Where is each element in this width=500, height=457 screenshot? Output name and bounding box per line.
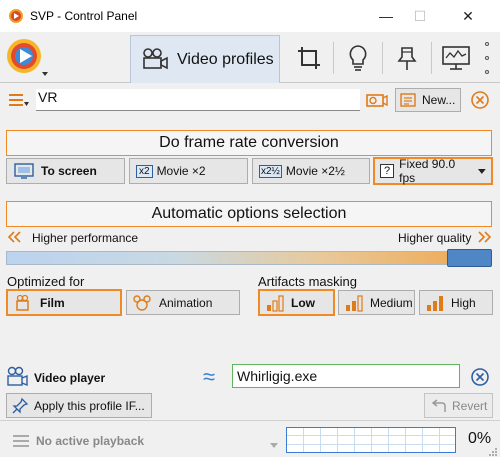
chevron-down-icon xyxy=(478,169,487,174)
apply-profile-if-button[interactable]: Apply this profile IF... xyxy=(6,393,152,418)
video-player-label: Video player xyxy=(34,371,106,385)
fixed-fps-label: Fixed 90.0 fps xyxy=(399,157,456,185)
fixed-fps-dropdown[interactable]: ? Fixed 90.0 fps xyxy=(373,157,493,185)
movie-x2-5-label: Movie ×2½ xyxy=(285,164,345,178)
svp-app-icon xyxy=(9,9,23,23)
movie-x2-button[interactable]: x2 Movie ×2 xyxy=(129,158,248,184)
quality-slider-thumb[interactable] xyxy=(447,249,492,267)
video-player-icon xyxy=(7,366,28,387)
profiles-menu-icon xyxy=(9,94,29,106)
tab-monitor[interactable] xyxy=(432,36,480,80)
new-profile-button[interactable]: New... xyxy=(395,88,461,112)
revert-button[interactable]: Revert xyxy=(424,393,493,418)
chevron-down-icon[interactable] xyxy=(270,443,278,449)
movie-camera-icon xyxy=(143,47,168,69)
double-left-arrow-icon xyxy=(8,231,21,243)
revert-arrow-icon xyxy=(431,398,446,412)
film-icon xyxy=(16,294,29,311)
artifacts-low-button[interactable]: Low xyxy=(258,289,335,316)
video-player-input[interactable]: Whirligig.exe xyxy=(232,364,460,388)
profile-name-input[interactable]: VR xyxy=(36,89,360,111)
bulb-icon xyxy=(349,45,367,71)
apply-profile-if-label: Apply this profile IF... xyxy=(34,398,145,413)
revert-label: Revert xyxy=(452,398,488,413)
film-label: Film xyxy=(40,295,65,310)
double-right-arrow-icon xyxy=(478,231,491,243)
tab-video-profiles-label: Video profiles xyxy=(177,50,274,68)
to-screen-button[interactable]: To screen xyxy=(6,158,125,184)
window-title: SVP - Control Panel xyxy=(30,9,138,23)
graph-gridline xyxy=(287,444,455,445)
artifacts-high-button[interactable]: High xyxy=(419,290,493,315)
crop-icon xyxy=(298,47,320,69)
maximize-button[interactable]: ☐ xyxy=(397,0,443,32)
higher-quality-label: Higher quality xyxy=(398,231,472,245)
quality-slider-track[interactable] xyxy=(6,251,492,265)
title-bar: SVP - Control Panel — ☐ ✕ xyxy=(0,0,500,32)
tab-pin[interactable] xyxy=(383,36,431,80)
movie-x2-5-icon: x2½ xyxy=(259,164,282,178)
resize-grip-icon[interactable] xyxy=(488,447,498,457)
optimized-for-label: Optimized for xyxy=(7,274,85,289)
playback-status: No active playback xyxy=(36,434,145,448)
artifacts-masking-label: Artifacts masking xyxy=(258,274,357,289)
approx-symbol: ≈ xyxy=(203,364,216,389)
graph-gridline xyxy=(287,435,455,436)
movie-x2-5-button[interactable]: x2½ Movie ×2½ xyxy=(252,158,370,184)
monitor-icon xyxy=(442,46,470,70)
bars-high-icon xyxy=(427,295,443,311)
profiles-list-button[interactable] xyxy=(6,88,32,112)
cpu-percent: 0% xyxy=(468,430,492,447)
new-profile-icon xyxy=(400,93,416,107)
artifacts-medium-label: Medium xyxy=(370,295,413,310)
frame-rate-conversion-toggle[interactable]: Do frame rate conversion xyxy=(6,130,492,156)
clear-icon xyxy=(471,368,489,386)
film-button[interactable]: Film xyxy=(6,289,122,316)
pin-icon xyxy=(397,47,417,70)
tab-crop[interactable] xyxy=(285,36,333,80)
automatic-options-toggle[interactable]: Automatic options selection xyxy=(6,201,492,227)
movie-x2-icon: x2 xyxy=(136,164,153,178)
to-screen-label: To screen xyxy=(41,164,97,178)
svp-logo-icon xyxy=(7,39,48,76)
cpu-load-graph xyxy=(286,427,456,453)
animation-label: Animation xyxy=(159,295,213,310)
clear-player-button[interactable] xyxy=(467,365,493,389)
artifacts-high-label: High xyxy=(451,295,476,310)
mouse-ears-icon xyxy=(133,294,151,311)
close-button[interactable]: ✕ xyxy=(445,0,491,32)
animation-button[interactable]: Animation xyxy=(126,290,240,315)
svp-menu-logo[interactable] xyxy=(4,36,50,80)
projector-icon xyxy=(366,94,388,107)
tab-lighting[interactable] xyxy=(334,36,382,80)
movie-x2-label: Movie ×2 xyxy=(156,164,206,178)
artifacts-low-label: Low xyxy=(291,295,315,310)
more-menu-button[interactable] xyxy=(480,40,494,76)
playback-menu-icon[interactable] xyxy=(12,434,30,448)
screen-icon xyxy=(14,163,34,179)
profile-settings-button[interactable] xyxy=(364,88,390,112)
artifacts-medium-button[interactable]: Medium xyxy=(338,290,415,315)
new-profile-label: New... xyxy=(422,93,456,107)
cancel-icon xyxy=(471,91,489,109)
bars-low-icon xyxy=(267,294,284,312)
bars-medium-icon xyxy=(346,294,363,312)
higher-performance-label: Higher performance xyxy=(32,231,139,245)
pushpin-icon xyxy=(12,397,29,414)
delete-profile-button[interactable] xyxy=(467,88,493,112)
question-icon: ? xyxy=(380,164,395,178)
tab-video-profiles[interactable]: Video profiles xyxy=(130,35,280,83)
